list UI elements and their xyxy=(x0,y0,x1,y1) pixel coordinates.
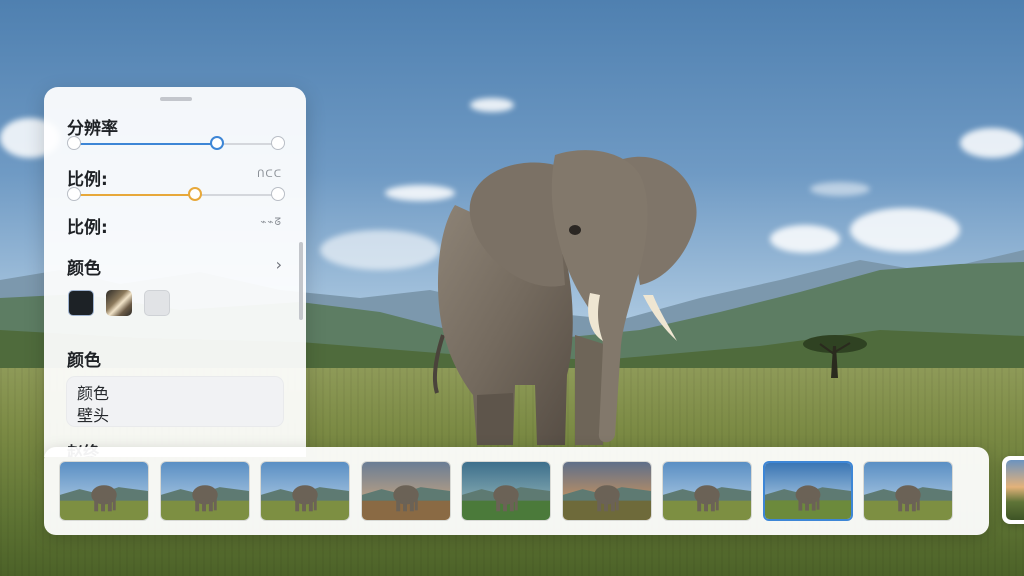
slider-min-knob xyxy=(67,187,81,201)
thumbnail-8[interactable] xyxy=(762,461,853,521)
cloud xyxy=(470,98,514,112)
slider-fill xyxy=(73,143,218,145)
drag-handle[interactable] xyxy=(160,97,192,101)
slider-max-knob xyxy=(271,187,285,201)
slider-fill xyxy=(73,194,195,196)
thumbnail-7[interactable] xyxy=(662,461,752,521)
ratio-label-secondary: 比例: xyxy=(67,218,108,238)
thumbnail-image xyxy=(160,462,249,520)
cloud xyxy=(770,225,840,253)
color-section-label: 颜色 xyxy=(67,351,101,371)
thumbnail-3[interactable] xyxy=(260,461,350,521)
resolution-slider[interactable] xyxy=(67,136,285,152)
thumbnail-image xyxy=(864,462,952,520)
panel-scrollbar[interactable] xyxy=(299,242,303,320)
ratio-slider[interactable] xyxy=(67,187,285,203)
swatch-gold[interactable] xyxy=(106,290,132,316)
chevron-right-icon[interactable]: › xyxy=(276,255,282,274)
slider-thumb[interactable] xyxy=(187,187,202,201)
thumbnail-offscreen[interactable] xyxy=(1002,456,1024,524)
thumbnail-image xyxy=(60,462,148,520)
ratio-value: ᑎᑕᑕ xyxy=(257,169,282,180)
color-label[interactable]: 颜色 xyxy=(67,254,101,279)
slider-max-knob xyxy=(271,136,285,150)
field-line-2: 壁头 xyxy=(77,406,110,425)
thumbnail-image xyxy=(462,462,550,520)
settings-panel: 分辨率 比例: ᑎᑕᑕ 比例: ⌁⌁ᘔ 颜色 › 颜色 颜色 壁头 赵终 xyxy=(44,87,306,457)
thumbnail-5[interactable] xyxy=(461,461,551,521)
thumbnail-strip xyxy=(44,447,989,535)
thumbnail-9[interactable] xyxy=(863,461,953,521)
thumbnail-image xyxy=(361,462,450,520)
thumbnail-image xyxy=(764,463,851,519)
elephant-illustration xyxy=(433,150,697,445)
thumbnail-image xyxy=(562,462,651,520)
cloud xyxy=(960,128,1024,158)
slider-thumb[interactable] xyxy=(210,136,225,150)
ratio-value-secondary: ⌁⌁ᘔ xyxy=(260,217,282,228)
slider-min-knob xyxy=(67,136,81,150)
field-line-1: 颜色 xyxy=(77,384,110,403)
cloud xyxy=(810,182,870,196)
color-text-field[interactable]: 颜色 壁头 xyxy=(66,376,284,427)
thumbnail-1[interactable] xyxy=(59,461,149,521)
cloud xyxy=(850,208,960,252)
thumbnail-2[interactable] xyxy=(159,461,250,521)
thumbnail-image xyxy=(663,462,751,520)
thumbnail-image xyxy=(261,462,349,520)
swatch-dark[interactable] xyxy=(68,290,94,316)
thumbnail-6[interactable] xyxy=(561,461,652,521)
acacia-tree-icon xyxy=(803,335,867,378)
thumbnail-4[interactable] xyxy=(360,461,451,521)
swatch-light[interactable] xyxy=(144,290,170,316)
